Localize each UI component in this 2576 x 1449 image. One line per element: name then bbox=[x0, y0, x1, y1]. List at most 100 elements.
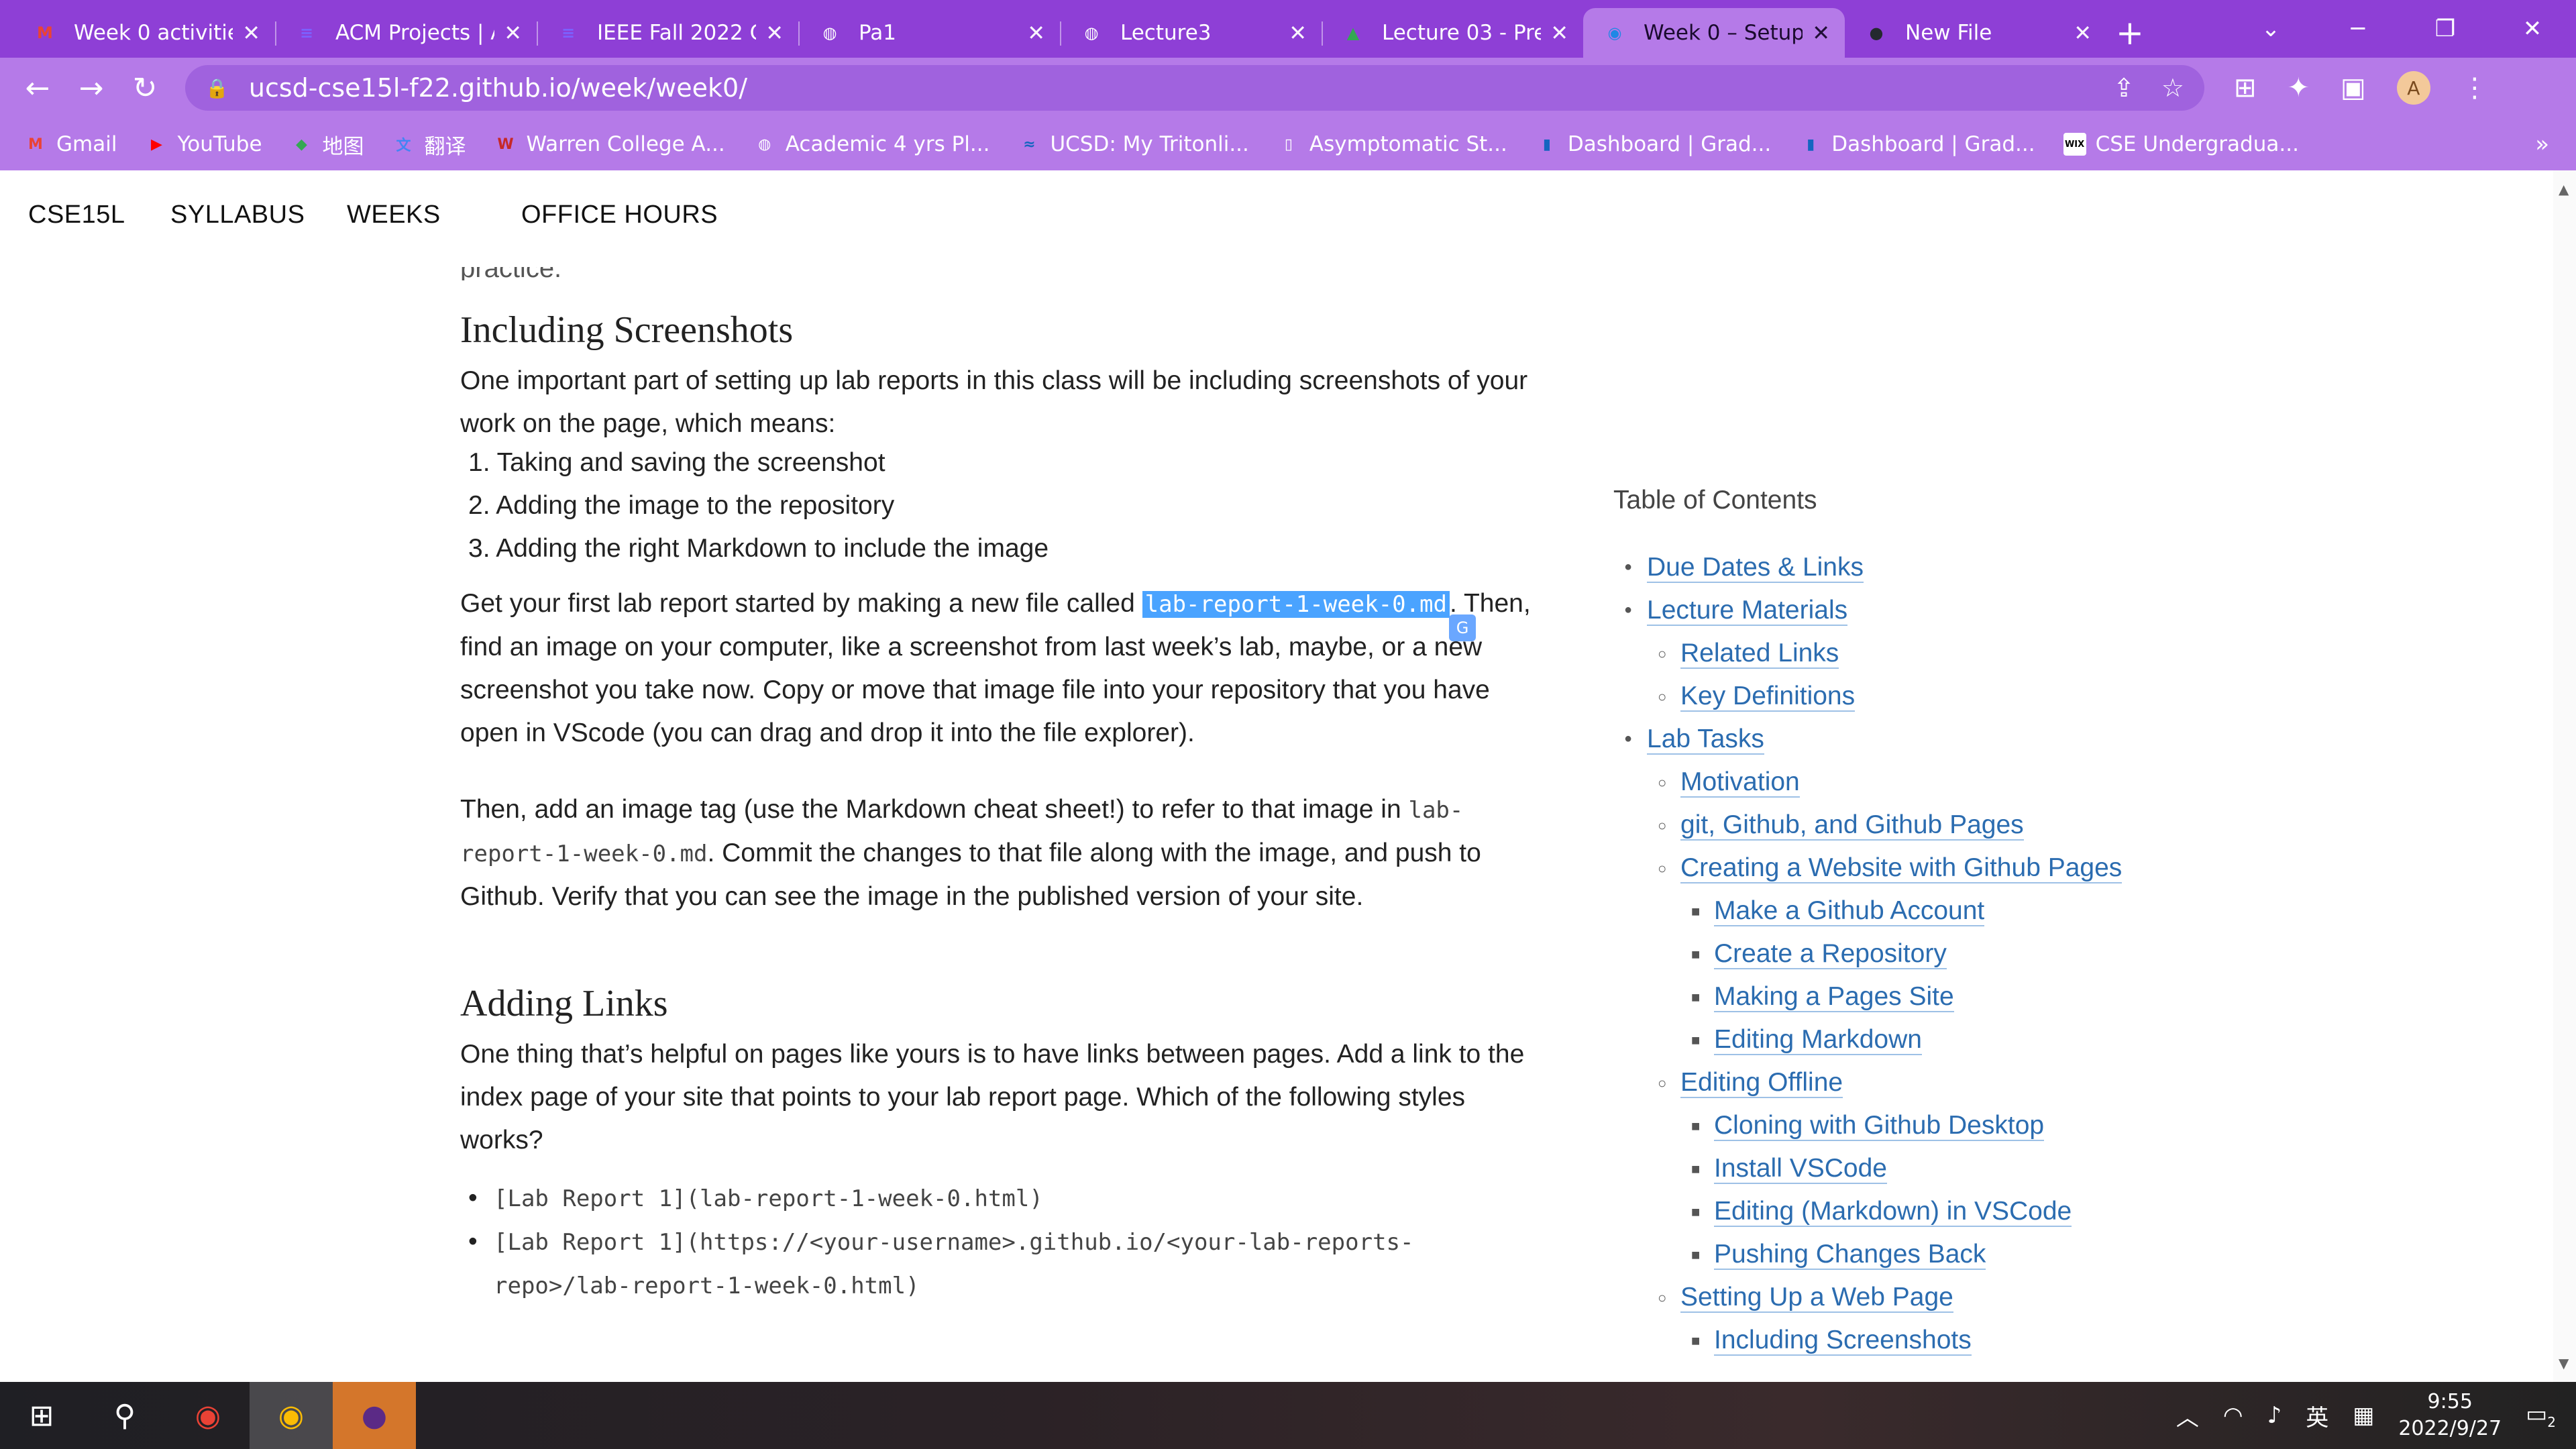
toc-link[interactable]: Lecture Materials bbox=[1647, 596, 1848, 626]
nav-link-home[interactable]: CSE15L bbox=[28, 201, 125, 229]
menu-kebab-icon[interactable]: ⋮ bbox=[2461, 72, 2488, 103]
browser-tab[interactable]: M Week 0 activities ✕ bbox=[13, 8, 275, 58]
browser-tab[interactable]: ◉ Week 0 – Setup ✕ bbox=[1583, 8, 1845, 58]
tab-close-icon[interactable]: ✕ bbox=[1550, 20, 1568, 46]
side-panel-icon[interactable]: ▣ bbox=[2341, 72, 2366, 103]
tab-close-icon[interactable]: ✕ bbox=[1027, 20, 1045, 46]
chrome-profile-icon[interactable]: ◉ bbox=[250, 1382, 333, 1449]
toc-link[interactable]: Setting Up a Web Page bbox=[1680, 1283, 1953, 1313]
tab-close-icon[interactable]: ✕ bbox=[504, 20, 522, 46]
more-bookmarks-icon[interactable]: » bbox=[2535, 131, 2549, 158]
toc-bullet-icon: ■ bbox=[1691, 946, 1701, 963]
translate-extension-icon[interactable]: ⊞ bbox=[2234, 72, 2257, 103]
bookmark-favicon-icon: 文 bbox=[396, 138, 411, 154]
browser-tab[interactable]: ◍ Lecture3 ✕ bbox=[1060, 8, 1322, 58]
tab-close-icon[interactable]: ✕ bbox=[765, 20, 784, 46]
toc-item: ■ Including Screenshots bbox=[1691, 1326, 1972, 1356]
bookmark-star-icon[interactable]: ☆ bbox=[2161, 73, 2184, 103]
toc-link[interactable]: Making a Pages Site bbox=[1714, 982, 1954, 1012]
volume-icon[interactable]: ♪ bbox=[2267, 1402, 2282, 1429]
close-window-button[interactable]: ✕ bbox=[2489, 15, 2576, 42]
omnibox-actions: ⇪ ☆ bbox=[2113, 73, 2184, 103]
toc-link[interactable]: Lab Tasks bbox=[1647, 724, 1764, 755]
bookmark-label: Dashboard | Grad... bbox=[1831, 132, 2035, 156]
bookmark-item[interactable]: ▯ Asymptomatic St... bbox=[1277, 132, 1507, 156]
bookmark-item[interactable]: ▮ Dashboard | Grad... bbox=[1799, 132, 2035, 156]
translate-popup-icon[interactable]: G bbox=[1449, 614, 1476, 641]
tab-close-icon[interactable]: ✕ bbox=[1289, 20, 1307, 46]
toc-link[interactable]: Including Screenshots bbox=[1714, 1326, 1972, 1356]
toc-link[interactable]: Create a Repository bbox=[1714, 939, 1947, 969]
browser-tab[interactable]: ≡ IEEE Fall 2022 Q ✕ bbox=[537, 8, 798, 58]
toc-link[interactable]: Cloning with Github Desktop bbox=[1714, 1111, 2045, 1141]
toc-link[interactable]: Due Dates & Links bbox=[1647, 553, 1864, 583]
notification-icon[interactable]: ▭2 bbox=[2526, 1401, 2556, 1430]
scrollbar[interactable]: ▲ ▼ bbox=[2553, 170, 2576, 1382]
list-item: [Lab Report 1](https://<your-username>.g… bbox=[460, 1220, 1534, 1307]
toc-link[interactable]: Motivation bbox=[1680, 767, 1800, 798]
share-icon[interactable]: ⇪ bbox=[2113, 73, 2135, 103]
keyboard-mode-icon[interactable]: ▦ bbox=[2353, 1402, 2374, 1429]
back-button[interactable]: ← bbox=[11, 61, 64, 115]
toc-link[interactable]: git, Github, and Github Pages bbox=[1680, 810, 2024, 841]
cut-off-text: practice. bbox=[460, 254, 562, 280]
minimize-button[interactable]: ─ bbox=[2314, 15, 2402, 42]
bookmark-item[interactable]: ◍ Academic 4 yrs Pl... bbox=[753, 132, 989, 156]
extensions-puzzle-icon[interactable]: ✦ bbox=[2288, 72, 2310, 103]
browser-tab[interactable]: ▲ Lecture 03 - Pre ✕ bbox=[1322, 8, 1583, 58]
scroll-down-icon[interactable]: ▼ bbox=[2559, 1355, 2569, 1371]
bookmark-favicon-icon: WIX bbox=[2063, 133, 2086, 156]
time-text: 9:55 bbox=[2427, 1390, 2473, 1413]
address-bar[interactable]: 🔒 ucsd-cse15l-f22.github.io/week/week0/ … bbox=[185, 65, 2204, 111]
browser-tab[interactable]: ◍ Pa1 ✕ bbox=[798, 8, 1060, 58]
tab-close-icon[interactable]: ✕ bbox=[242, 20, 260, 46]
bookmark-item[interactable]: ◆ 地图 bbox=[290, 129, 364, 160]
show-hidden-icons-icon[interactable]: ︿ bbox=[2176, 1399, 2199, 1432]
toc-bullet-icon: ○ bbox=[1658, 774, 1667, 791]
ime-indicator[interactable]: 英 bbox=[2306, 1399, 2328, 1432]
toc-link[interactable]: Key Definitions bbox=[1680, 682, 1856, 712]
github-desktop-icon[interactable]: ● bbox=[333, 1382, 416, 1449]
tab-title: New File bbox=[1905, 21, 1992, 45]
toc-link[interactable]: Creating a Website with Github Pages bbox=[1680, 853, 2123, 883]
profile-avatar[interactable]: A bbox=[2396, 71, 2430, 105]
tab-search-icon[interactable]: ⌄ bbox=[2227, 15, 2314, 42]
chrome-icon[interactable]: ◉ bbox=[166, 1382, 250, 1449]
bookmark-item[interactable]: 文翻译 bbox=[392, 129, 466, 160]
browser-tab[interactable]: ● New File ✕ bbox=[1845, 8, 2106, 58]
bookmark-item[interactable]: M Gmail bbox=[24, 132, 117, 156]
search-icon[interactable]: ⚲ bbox=[83, 1382, 166, 1449]
restore-button[interactable]: ❐ bbox=[2402, 15, 2489, 42]
toc-link[interactable]: Editing Markdown bbox=[1714, 1025, 1922, 1055]
tab-close-icon[interactable]: ✕ bbox=[2074, 20, 2092, 46]
new-tab-button[interactable]: + bbox=[2106, 8, 2153, 58]
bookmark-item[interactable]: ▶ YouTube bbox=[145, 132, 262, 156]
text: Get your first lab report started by mak… bbox=[460, 589, 1142, 618]
nav-link-syllabus[interactable]: SYLLABUS bbox=[170, 201, 305, 229]
scroll-up-icon[interactable]: ▲ bbox=[2559, 181, 2569, 197]
bookmark-item[interactable]: W Warren College A... bbox=[494, 132, 724, 156]
bookmark-favicon-icon: M bbox=[28, 136, 43, 153]
toc-link[interactable]: Editing (Markdown) in VSCode bbox=[1714, 1197, 2072, 1227]
windows-start-icon[interactable]: ⊞ bbox=[0, 1382, 83, 1449]
nav-link-office-hours[interactable]: OFFICE HOURS bbox=[521, 201, 718, 229]
toc-link[interactable]: Editing Offline bbox=[1680, 1068, 1843, 1098]
bookmark-label: Asymptomatic St... bbox=[1309, 132, 1507, 156]
tab-close-icon[interactable]: ✕ bbox=[1812, 20, 1830, 46]
toc-link[interactable]: Install VSCode bbox=[1714, 1154, 1887, 1184]
browser-tab[interactable]: ≡ ACM Projects | A ✕ bbox=[275, 8, 537, 58]
nav-link-weeks[interactable]: WEEKS bbox=[347, 201, 441, 229]
forward-button[interactable]: → bbox=[64, 61, 118, 115]
wifi-icon[interactable]: ◠ bbox=[2223, 1402, 2243, 1429]
reload-button[interactable]: ↻ bbox=[118, 61, 172, 115]
filename-code-selected[interactable]: lab-report-1-week-0.md bbox=[1142, 591, 1450, 618]
bookmark-item[interactable]: WIX CSE Undergradua... bbox=[2063, 132, 2299, 156]
toc-link[interactable]: Make a Github Account bbox=[1714, 896, 1985, 926]
bookmark-item[interactable]: ≈ UCSD: My Tritonli... bbox=[1018, 132, 1249, 156]
toc-link[interactable]: Related Links bbox=[1680, 639, 1839, 669]
toc-link[interactable]: Pushing Changes Back bbox=[1714, 1240, 1986, 1270]
bookmark-label: CSE Undergradua... bbox=[2095, 132, 2299, 156]
bookmark-item[interactable]: ▮ Dashboard | Grad... bbox=[1536, 132, 1771, 156]
clock[interactable]: 9:55 2022/9/27 bbox=[2398, 1389, 2502, 1442]
lock-icon[interactable]: 🔒 bbox=[205, 77, 229, 99]
